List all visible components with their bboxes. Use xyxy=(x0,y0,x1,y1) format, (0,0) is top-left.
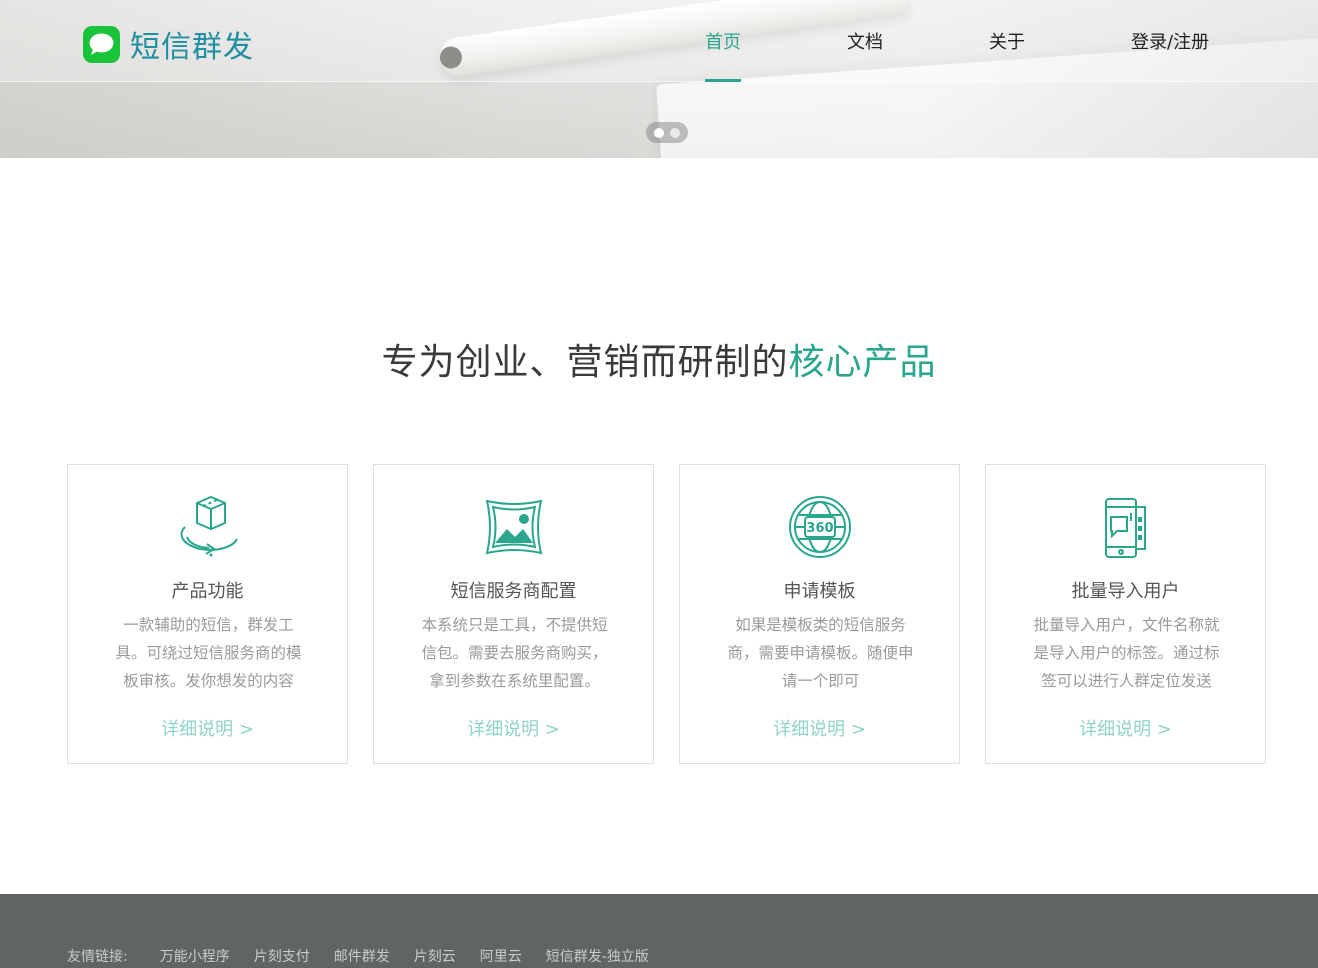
globe-360-icon: 360 xyxy=(680,493,959,561)
card-more-link[interactable]: 详细说明 > xyxy=(374,715,653,741)
feature-card-product: 产品功能 一款辅助的短信，群发工具。可绕过短信服务商的模板审核。发你想发的内容 … xyxy=(67,464,348,764)
nav-about[interactable]: 关于 xyxy=(989,28,1025,54)
headline-text: 专为创业、营销而研制的 xyxy=(381,342,789,383)
phone-message-icon xyxy=(986,493,1265,561)
card-description: 本系统只是工具，不提供短信包。需要去服务商购买，拿到参数在系统里配置。 xyxy=(421,616,608,690)
nav-active-indicator xyxy=(705,79,741,82)
panorama-image-icon xyxy=(374,493,653,561)
friend-links-label: 友情链接: xyxy=(67,949,128,965)
card-more-link[interactable]: 详细说明 > xyxy=(680,715,959,741)
3d-cube-rotate-icon xyxy=(68,493,347,561)
friend-link[interactable]: 短信群发-独立版 xyxy=(546,946,649,966)
hero-banner: 短信群发 首页 文档 关于 登录/注册 xyxy=(0,0,1318,158)
card-title: 批量导入用户 xyxy=(1071,581,1180,602)
card-title: 短信服务商配置 xyxy=(450,581,577,602)
friend-links: 友情链接: 万能小程序 片刻支付 邮件群发 片刻云 阿里云 短信群发-独立版 xyxy=(67,946,673,966)
section-headline: 专为创业、营销而研制的核心产品 xyxy=(0,333,1318,385)
friend-link[interactable]: 邮件群发 xyxy=(334,946,390,966)
feature-card-provider: 短信服务商配置 本系统只是工具，不提供短信包。需要去服务商购买，拿到参数在系统里… xyxy=(373,464,654,764)
friend-link[interactable]: 片刻云 xyxy=(414,946,456,966)
card-description: 一款辅助的短信，群发工具。可绕过短信服务商的模板审核。发你想发的内容 xyxy=(115,616,302,690)
footer: 友情链接: 万能小程序 片刻支付 邮件群发 片刻云 阿里云 短信群发-独立版 xyxy=(0,894,1318,968)
chat-bubble-icon xyxy=(83,25,120,63)
friend-link[interactable]: 万能小程序 xyxy=(160,946,230,966)
nav-login-register[interactable]: 登录/注册 xyxy=(1131,28,1209,54)
card-description: 批量导入用户，文件名称就是导入用户的标签。通过标签可以进行人群定位发送 xyxy=(1033,616,1220,690)
card-more-link[interactable]: 详细说明 > xyxy=(68,715,347,741)
card-more-link[interactable]: 详细说明 > xyxy=(986,715,1265,741)
carousel-indicators xyxy=(646,122,688,143)
logo[interactable]: 短信群发 xyxy=(83,24,254,65)
svg-text:360: 360 xyxy=(806,521,833,536)
nav-home[interactable]: 首页 xyxy=(705,28,741,54)
carousel-dot-2[interactable] xyxy=(670,127,680,138)
card-description: 如果是模板类的短信服务商，需要申请模板。随便申请一个即可 xyxy=(727,616,914,690)
friend-link[interactable]: 阿里云 xyxy=(480,946,522,966)
nav-docs[interactable]: 文档 xyxy=(847,28,883,54)
feature-card-template: 360 申请模板 如果是模板类的短信服务商，需要申请模板。随便申请一个即可 详细… xyxy=(679,464,960,764)
card-title: 产品功能 xyxy=(171,581,244,602)
feature-card-import: 批量导入用户 批量导入用户，文件名称就是导入用户的标签。通过标签可以进行人群定位… xyxy=(985,464,1266,764)
logo-text: 短信群发 xyxy=(130,30,254,65)
card-title: 申请模板 xyxy=(783,581,856,602)
friend-link[interactable]: 片刻支付 xyxy=(254,946,310,966)
carousel-dot-1[interactable] xyxy=(654,127,664,138)
headline-highlight: 核心产品 xyxy=(788,342,937,383)
